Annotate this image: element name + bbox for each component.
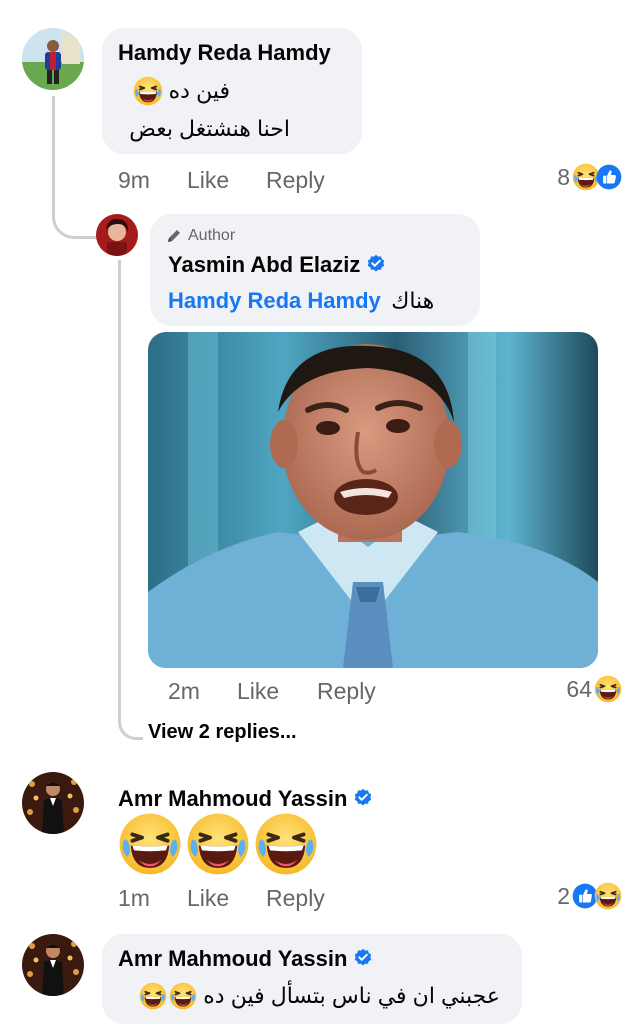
- laughing-emoji-icon: [254, 812, 318, 876]
- view-replies-link[interactable]: View 2 replies...: [148, 721, 297, 744]
- reaction-count: 64: [566, 675, 592, 702]
- comment-author[interactable]: Amr Mahmoud Yassin: [118, 946, 373, 972]
- comment-time: 2m: [168, 678, 200, 704]
- comment-author[interactable]: Hamdy Reda Hamdy: [118, 40, 331, 66]
- laughing-emoji-icon: [118, 812, 182, 876]
- comment-text: هناك: [391, 288, 435, 313]
- comment-text-line: عجبني ان في ناس بتسأل فين ده: [139, 982, 500, 1010]
- comment-time: 9m: [118, 167, 150, 193]
- thread-line: [52, 96, 55, 208]
- avatar-image: [22, 28, 84, 90]
- emoji-row: [118, 812, 318, 876]
- laughing-emoji-icon: [139, 982, 167, 1010]
- like-button[interactable]: Like: [187, 167, 229, 194]
- reaction-summary[interactable]: 2: [557, 882, 622, 910]
- verified-badge-icon: [366, 254, 386, 274]
- avatar-image: [22, 934, 84, 996]
- mention-link[interactable]: Hamdy Reda Hamdy: [168, 288, 381, 313]
- laughing-emoji-icon: [169, 982, 197, 1010]
- author-badge: Author: [166, 227, 235, 245]
- reply-button[interactable]: Reply: [266, 885, 325, 912]
- reaction-count: 8: [557, 163, 570, 190]
- comment-text-line: Hamdy Reda Hamdy هناك: [168, 288, 434, 314]
- like-reaction-icon: [596, 164, 622, 190]
- verified-badge-icon: [353, 948, 373, 968]
- avatar-image: [96, 214, 138, 256]
- thread-curve: [52, 200, 97, 239]
- reply-button[interactable]: Reply: [266, 167, 325, 194]
- verified-badge-icon: [353, 788, 373, 808]
- reaction-summary[interactable]: 64: [566, 675, 622, 703]
- reaction-summary[interactable]: 8: [557, 163, 622, 191]
- laughing-emoji-icon: [133, 76, 163, 106]
- reply-button[interactable]: Reply: [317, 678, 376, 705]
- comment-text-line: احنا هنشتغل بعض: [129, 116, 290, 141]
- reply-thread-line: [118, 260, 121, 710]
- avatar[interactable]: [22, 934, 84, 996]
- avatar-image: [22, 772, 84, 834]
- comment-author[interactable]: Amr Mahmoud Yassin: [118, 786, 373, 812]
- comment-bubble[interactable]: Author Yasmin Abd Elaziz Hamdy Reda Hamd…: [150, 214, 480, 326]
- avatar[interactable]: [96, 214, 138, 256]
- avatar[interactable]: [22, 28, 84, 90]
- laughing-emoji-icon: [594, 675, 622, 703]
- emoji-group: [139, 982, 197, 1010]
- pencil-icon: [168, 230, 180, 242]
- photo-image: [148, 332, 598, 668]
- comment-photo[interactable]: [148, 332, 598, 668]
- like-button[interactable]: Like: [237, 678, 279, 705]
- laughing-emoji-icon: [594, 882, 622, 910]
- comment-author[interactable]: Yasmin Abd Elaziz: [168, 252, 386, 278]
- comment-bubble[interactable]: Hamdy Reda Hamdy فين ده احنا هنشتغل بعض: [102, 28, 362, 154]
- laughing-emoji-icon: [186, 812, 250, 876]
- like-button[interactable]: Like: [187, 885, 229, 912]
- comment-text-line: فين ده: [133, 76, 230, 106]
- comment-bubble[interactable]: Amr Mahmoud Yassin عجبني ان في ناس بتسأل…: [102, 934, 522, 1024]
- avatar[interactable]: [22, 772, 84, 834]
- comment-time: 1m: [118, 885, 150, 911]
- reply-thread-curve: [118, 705, 143, 740]
- reaction-count: 2: [557, 882, 570, 909]
